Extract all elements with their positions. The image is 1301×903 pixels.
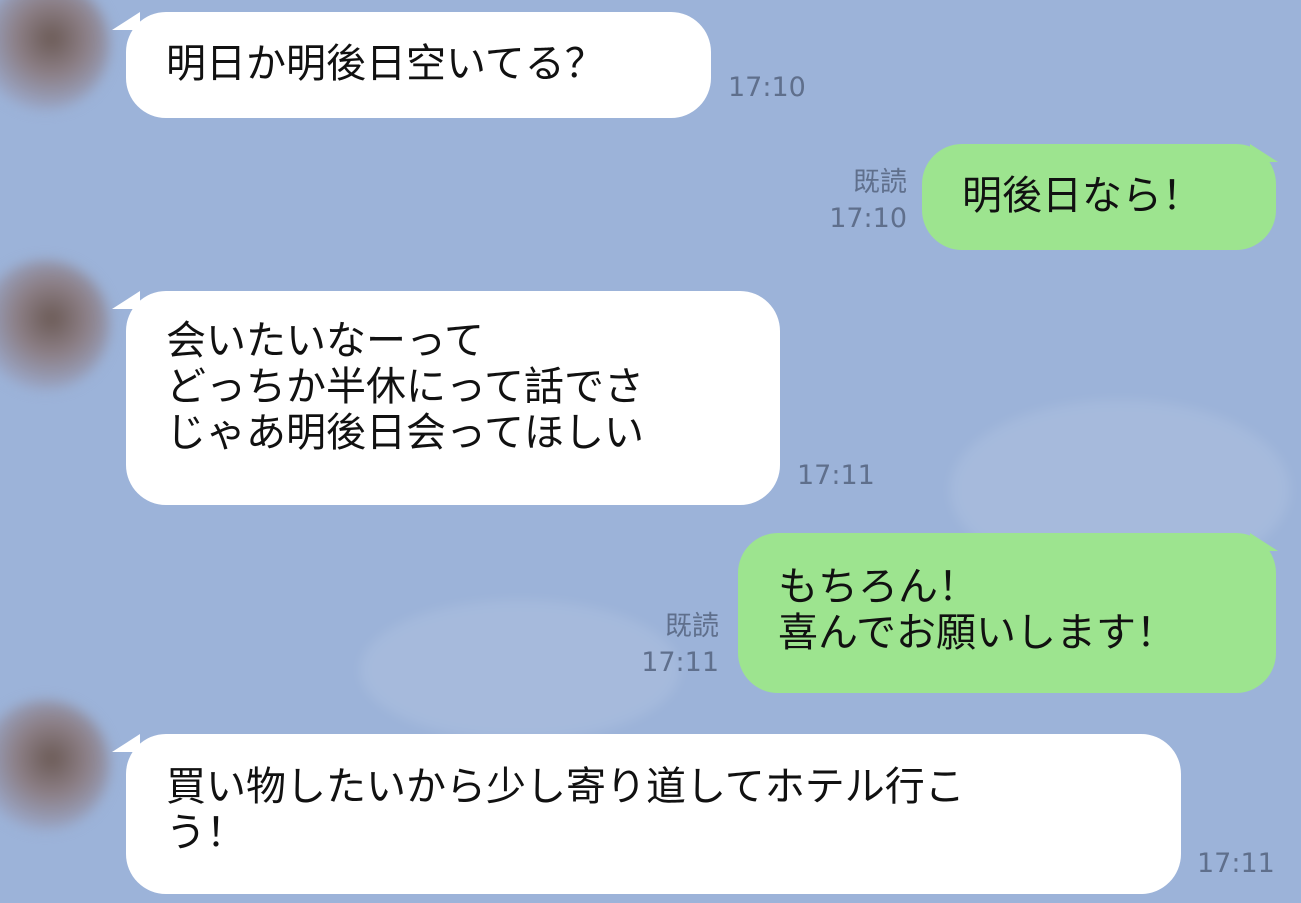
incoming-message-bubble[interactable]: 明日か明後日空いてる？	[126, 12, 711, 118]
sender-avatar[interactable]	[0, 700, 110, 830]
message-time: 17:10	[829, 203, 907, 234]
outgoing-message-bubble[interactable]: 明後日なら！	[922, 144, 1276, 250]
message-time: 17:11	[797, 460, 875, 491]
outgoing-message-bubble[interactable]: もちろん！ 喜んでお願いします！	[738, 533, 1276, 693]
incoming-message-bubble[interactable]: 買い物したいから少し寄り道してホテル行こ う！	[126, 734, 1181, 894]
bubble-tail	[1250, 533, 1278, 551]
sender-avatar[interactable]	[0, 260, 110, 390]
message-time: 17:10	[728, 72, 806, 103]
message-time: 17:11	[641, 647, 719, 678]
read-receipt: 既読	[853, 167, 907, 198]
sender-avatar[interactable]	[0, 0, 110, 110]
message-time: 17:11	[1197, 848, 1275, 879]
incoming-message-bubble[interactable]: 会いたいなーって どっちか半休にって話でさ じゃあ明後日会ってほしい	[126, 291, 780, 505]
read-receipt: 既読	[665, 611, 719, 642]
bubble-tail	[1250, 144, 1278, 162]
